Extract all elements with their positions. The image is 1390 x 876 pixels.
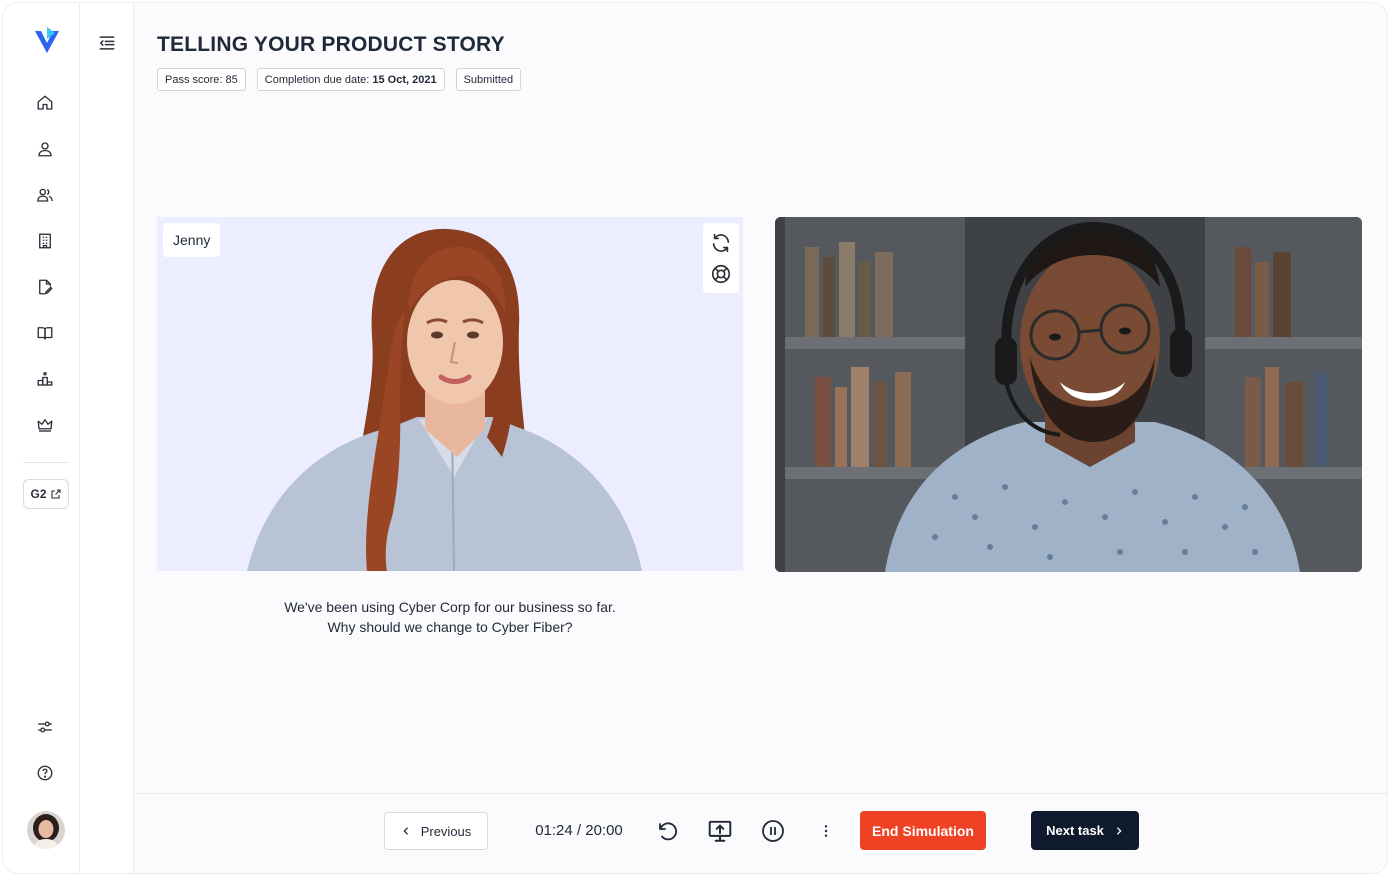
pass-score-value: 85 [225,73,238,86]
next-task-label: Next task [1046,823,1104,838]
g2-link-button[interactable]: G2 [23,479,69,509]
end-simulation-button[interactable]: End Simulation [860,811,986,850]
sidebar-item-achievements[interactable] [31,411,59,439]
book-open-icon [37,327,53,340]
users-icon [37,188,53,202]
app-window: G2 TELLING YOUR PRODUCT STORY Pass score… [2,2,1388,874]
simulation-controls: Previous 01:24 / 20:00 End Simulation Ne… [134,793,1387,873]
session-timer: 01:24 / 20:00 [535,822,623,839]
chevron-right-icon [1117,826,1122,835]
sidebar-divider [23,462,69,463]
pause-button[interactable] [758,816,788,846]
pass-score-label: Pass score: [165,73,223,86]
sidebar-item-home[interactable] [31,89,59,117]
due-date-badge: Completion due date: 15 Oct, 2021 [256,68,445,91]
home-icon [37,95,53,110]
refresh-icon [712,233,730,252]
brand-logo-icon [35,27,59,53]
chevron-left-icon [403,827,408,835]
sidebar-item-documents[interactable] [31,273,59,301]
g2-label: G2 [30,487,47,501]
user-webcam-video [775,217,1362,572]
persona-video: Jenny [157,217,743,571]
screen-share-icon [708,820,732,842]
caption-line-2: Why should we change to Cyber Fiber? [327,619,573,635]
menu-collapse-icon[interactable] [97,33,117,53]
persona-caption: We've been using Cyber Corp for our busi… [157,597,743,637]
podium-icon [37,371,53,386]
webcam-image [775,217,1362,572]
building-icon [39,233,51,249]
due-date-label: Completion due date: [264,73,370,86]
sidebar: G2 [3,3,80,873]
persona-image [157,217,743,571]
page-title: TELLING YOUR PRODUCT STORY [157,33,505,56]
status-badge: Submitted [455,68,522,91]
more-vertical-icon [824,825,828,837]
pause-circle-icon [762,820,784,842]
file-edit-icon [39,279,53,295]
user-icon [38,142,52,157]
caption-line-1: We've been using Cyber Corp for our busi… [284,599,616,615]
more-options-button[interactable] [811,816,841,846]
external-link-icon [50,489,61,499]
user-avatar[interactable] [27,811,65,849]
sidebar-item-library[interactable] [31,319,59,347]
avatar-image [27,811,65,849]
previous-label: Previous [420,823,472,839]
refresh-button[interactable] [710,232,732,254]
sidebar-item-profile[interactable] [31,135,59,163]
share-screen-button[interactable] [705,816,735,846]
crown-icon [37,419,53,432]
sidebar-item-teams[interactable] [31,181,59,209]
main-content: TELLING YOUR PRODUCT STORY Pass score: 8… [134,3,1387,793]
help-circle-icon [37,765,53,781]
collapsed-panel [80,3,134,873]
lifebuoy-icon [711,264,731,283]
sidebar-item-organization[interactable] [31,227,59,255]
sliders-icon [38,721,52,733]
due-date-value: 15 Oct, 2021 [372,73,437,86]
restart-button[interactable] [652,816,682,846]
previous-button[interactable]: Previous [384,812,488,850]
persona-video-tools [703,223,739,293]
help-lifebuoy-button[interactable] [710,263,732,285]
next-task-button[interactable]: Next task [1031,811,1139,850]
pass-score-badge: Pass score: 85 [157,68,246,91]
persona-name-tag: Jenny [163,223,221,257]
sidebar-item-settings[interactable] [31,713,59,741]
task-meta: Pass score: 85 Completion due date: 15 Oc… [157,68,522,91]
sidebar-item-leaderboard[interactable] [31,365,59,393]
undo-icon [659,822,678,841]
sidebar-item-help[interactable] [31,759,59,787]
